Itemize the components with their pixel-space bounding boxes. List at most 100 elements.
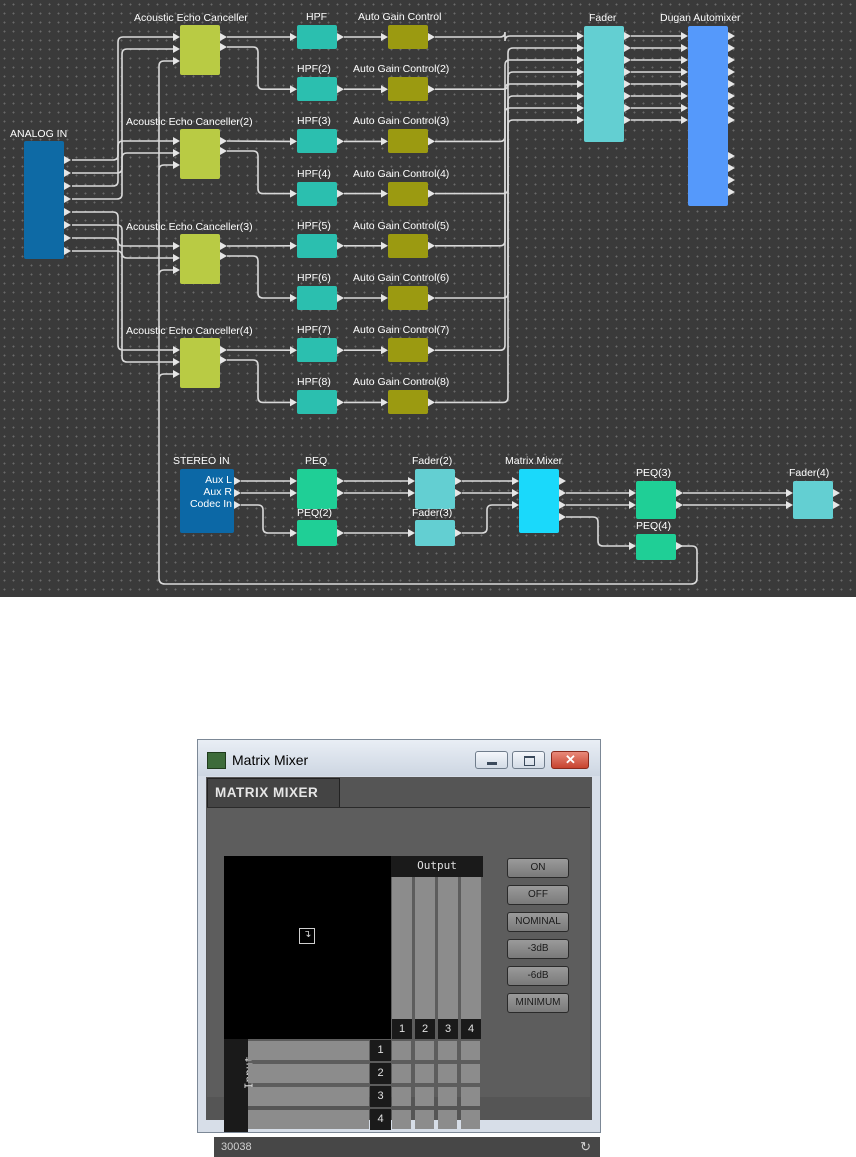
matrix-crosspoint[interactable] — [438, 1087, 457, 1106]
aec-block[interactable] — [180, 338, 220, 388]
port-arrow — [624, 68, 631, 76]
matrix-crosspoint[interactable] — [415, 1087, 434, 1106]
port-arrow — [728, 92, 735, 100]
fader3-block[interactable] — [415, 520, 455, 546]
agc-block[interactable] — [388, 338, 428, 362]
matrix-crosspoint[interactable] — [438, 1110, 457, 1129]
matrix-crosspoint[interactable] — [438, 1041, 457, 1060]
agc-block-label: Auto Gain Control(6) — [353, 272, 449, 284]
hpf-block[interactable] — [297, 338, 337, 362]
agc-block[interactable] — [388, 77, 428, 101]
matrix-crosspoint[interactable] — [392, 1064, 411, 1083]
port-arrow — [290, 398, 297, 406]
matrix-crosspoint[interactable] — [415, 1110, 434, 1129]
refresh-icon[interactable]: ↻ — [580, 1140, 591, 1154]
wire-reference — [159, 270, 173, 275]
minus-6db-button[interactable]: -6dB — [507, 966, 569, 986]
agc-block[interactable] — [388, 25, 428, 49]
hpf-block[interactable] — [297, 77, 337, 101]
wire-aec-hpf — [227, 47, 290, 89]
port-arrow — [428, 398, 435, 406]
port-arrow — [624, 80, 631, 88]
matrix-mixer-block[interactable] — [519, 469, 559, 533]
port-arrow — [337, 190, 344, 198]
port-arrow — [234, 489, 241, 497]
peq3-block[interactable] — [636, 481, 676, 519]
output-channel-strip[interactable] — [392, 877, 412, 1019]
port-arrow — [624, 56, 631, 64]
dialog-title-bar[interactable]: Matrix Mixer ✕ — [198, 740, 600, 776]
nominal-button[interactable]: NOMINAL — [507, 912, 569, 932]
output-number: 3 — [438, 1019, 458, 1039]
status-bar: 30038 ↻ — [214, 1137, 600, 1157]
automixer-block[interactable] — [688, 26, 728, 206]
matrix-crosspoint[interactable] — [461, 1064, 480, 1083]
aec-block[interactable] — [180, 234, 220, 284]
hpf-block[interactable] — [297, 129, 337, 153]
fader4-block[interactable] — [793, 481, 833, 519]
matrix-crosspoint[interactable] — [461, 1110, 480, 1129]
port-arrow — [577, 104, 584, 112]
port-arrow — [676, 501, 683, 509]
port-arrow — [290, 33, 297, 41]
matrix-crosspoint[interactable] — [392, 1110, 411, 1129]
peq3-block-label: PEQ(3) — [636, 467, 671, 479]
hpf-block[interactable] — [297, 25, 337, 49]
output-channel-strip[interactable] — [415, 877, 435, 1019]
hpf-block-label: HPF(4) — [297, 168, 331, 180]
wire-agc-fader — [435, 32, 577, 41]
aec-block[interactable] — [180, 129, 220, 179]
maximize-button[interactable] — [512, 751, 545, 769]
input-channel-strip[interactable] — [248, 1041, 369, 1060]
hpf-block[interactable] — [297, 234, 337, 258]
minus-3db-button[interactable]: -3dB — [507, 939, 569, 959]
fader2-block[interactable] — [415, 469, 455, 509]
fader-block[interactable] — [584, 26, 624, 142]
port-arrow — [786, 489, 793, 497]
automixer-block-label: Dugan Automixer — [660, 12, 741, 24]
agc-block[interactable] — [388, 390, 428, 414]
hpf-block[interactable] — [297, 182, 337, 206]
matrix-crosspoint[interactable] — [461, 1041, 480, 1060]
peq2-block[interactable] — [297, 520, 337, 546]
close-button[interactable]: ✕ — [551, 751, 589, 769]
input-channel-strip[interactable] — [248, 1110, 369, 1129]
input-channel-strip[interactable] — [248, 1064, 369, 1083]
port-arrow — [173, 45, 180, 53]
output-channel-strip[interactable] — [461, 877, 481, 1019]
agc-block[interactable] — [388, 286, 428, 310]
minimize-button[interactable] — [475, 751, 508, 769]
aec-block[interactable] — [180, 25, 220, 75]
hpf-block[interactable] — [297, 286, 337, 310]
peq-block[interactable] — [297, 469, 337, 509]
output-channel-strip[interactable] — [438, 877, 458, 1019]
hpf-block[interactable] — [297, 390, 337, 414]
input-number: 4 — [370, 1109, 391, 1130]
port-arrow — [624, 32, 631, 40]
matrix-crosspoint[interactable] — [415, 1041, 434, 1060]
off-button[interactable]: OFF — [507, 885, 569, 905]
on-button[interactable]: ON — [507, 858, 569, 878]
matrix-crosspoint[interactable] — [461, 1087, 480, 1106]
port-arrow — [629, 542, 636, 550]
agc-block[interactable] — [388, 129, 428, 153]
aec-block-label: Acoustic Echo Canceller — [134, 12, 248, 24]
port-arrow — [234, 477, 241, 485]
port-arrow — [64, 182, 71, 190]
agc-block[interactable] — [388, 234, 428, 258]
peq4-block[interactable] — [636, 534, 676, 560]
port-arrow — [728, 116, 735, 124]
analog-in-block[interactable] — [24, 141, 64, 259]
design-canvas[interactable]: ANALOG INAcoustic Echo CancellerAcoustic… — [0, 0, 856, 597]
port-arrow — [290, 294, 297, 302]
app-icon — [207, 752, 226, 769]
matrix-crosspoint[interactable] — [415, 1064, 434, 1083]
agc-block[interactable] — [388, 182, 428, 206]
minimum-button[interactable]: MINIMUM — [507, 993, 569, 1013]
matrix-crosspoint[interactable] — [392, 1087, 411, 1106]
matrix-crosspoint[interactable] — [392, 1041, 411, 1060]
port-arrow — [624, 116, 631, 124]
matrix-crosspoint[interactable] — [438, 1064, 457, 1083]
input-channel-strip[interactable] — [248, 1087, 369, 1106]
tab-matrix-mixer[interactable]: MATRIX MIXER — [207, 778, 340, 807]
